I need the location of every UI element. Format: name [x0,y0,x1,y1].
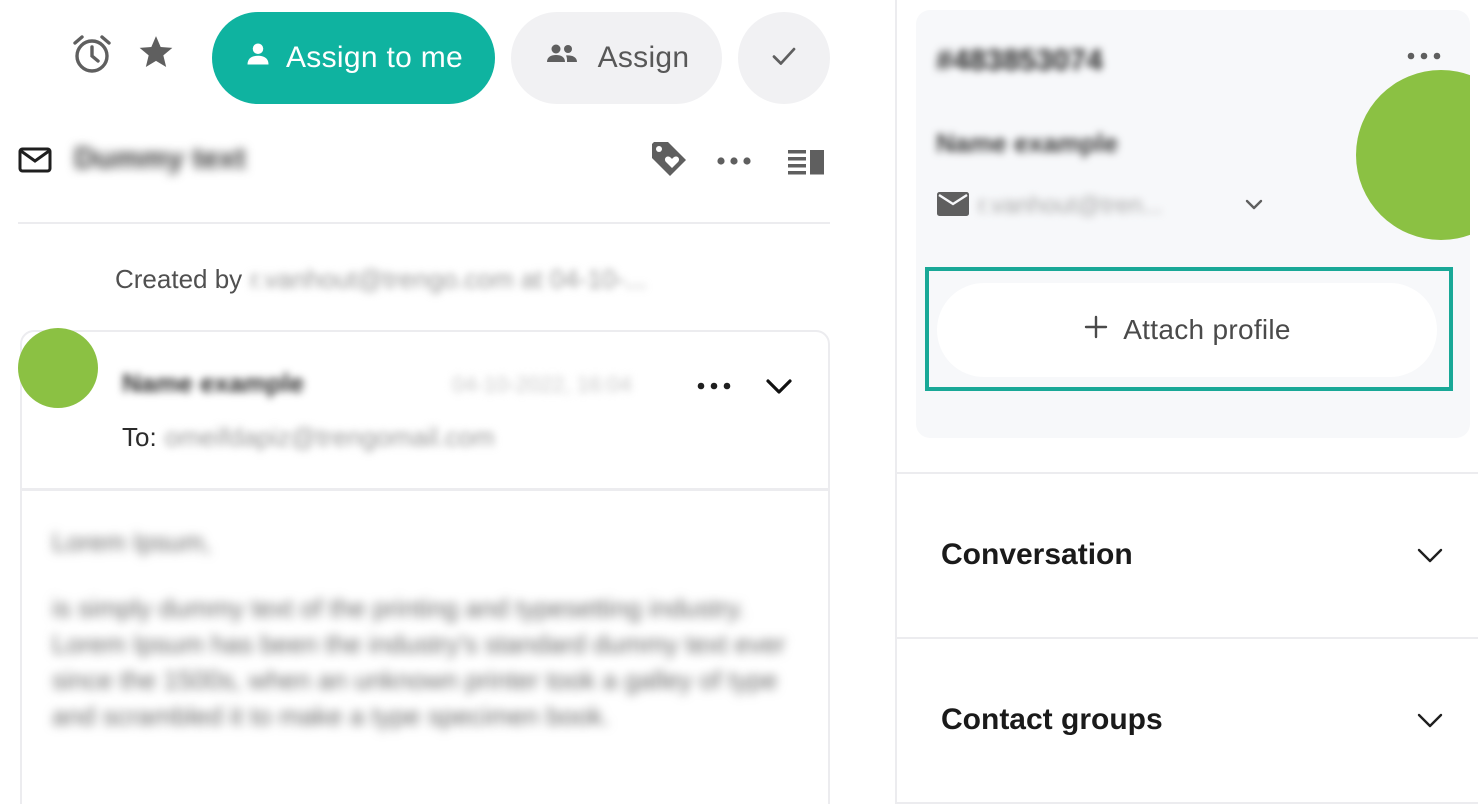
chevron-down-icon[interactable] [1242,194,1266,219]
envelope-icon [936,190,970,223]
ticket-subject: Dummy text [74,142,246,175]
assign-to-me-button[interactable]: Assign to me [212,12,495,104]
section-title: Conversation [941,538,1133,571]
contact-card: #483853074 Name example r.vanhout@tren..… [916,10,1470,438]
section-contact-groups[interactable]: Contact groups [897,639,1478,803]
contact-more-icon[interactable] [1406,46,1442,71]
contact-sidebar: #483853074 Name example r.vanhout@tren..… [897,0,1478,804]
people-icon [544,40,580,76]
person-icon [244,40,272,76]
plus-icon [1083,314,1109,347]
message-body-paragraph: Lorem Ipsum, [52,527,211,557]
section-title: Contact groups [941,703,1163,736]
created-by-value: r.vanhout@trengo.com at 04-10-... [250,264,647,294]
chevron-down-icon [1415,544,1445,571]
sender-avatar [18,328,98,408]
attach-profile-label: Attach profile [1123,314,1291,345]
tag-heart-icon[interactable] [648,138,692,187]
to-label: To: [122,422,157,452]
envelope-icon [18,146,52,179]
message-date: 04-10-2022, 16:04 [452,372,632,397]
section-conversation[interactable]: Conversation [897,474,1478,638]
sidebar-panel-icon[interactable] [786,146,826,183]
subject-divider [18,222,830,224]
star-icon[interactable] [134,30,178,74]
assign-button[interactable]: Assign [511,12,722,104]
ticket-subject-row: Dummy text [0,130,895,192]
chevron-down-icon [1415,709,1445,736]
assign-to-me-label: Assign to me [285,41,463,74]
assign-label: Assign [597,41,690,74]
contact-id: #483853074 [936,44,1103,77]
alarm-clock-icon[interactable] [68,30,116,78]
close-ticket-button[interactable] [738,12,830,104]
contact-name: Name example [936,128,1119,158]
message-header-divider [22,488,828,491]
checkmark-icon [769,41,799,76]
message-body: Lorem Ipsum, is simply dummy text of the… [52,524,802,764]
contact-avatar [1356,70,1470,240]
message-more-icon[interactable] [696,376,732,401]
message-card: Name example 04-10-2022, 16:04 To: omeifd… [20,330,830,804]
chevron-down-icon[interactable] [764,374,794,403]
created-by-prefix: Created by [115,264,243,294]
more-options-icon[interactable] [714,146,754,181]
to-value: omeifdapiz@trengomail.com [164,422,495,452]
attach-profile-button[interactable]: Attach profile [937,283,1437,377]
conversation-pane: Assign to me Assign Dummy text Created b… [0,0,895,804]
contact-email: r.vanhout@tren... [978,192,1163,219]
ticket-toolbar: Assign to me Assign [0,12,895,104]
message-sender: Name example [122,368,305,398]
message-recipient: To: omeifdapiz@trengomail.com [122,422,495,453]
message-body-paragraph: is simply dummy text of the printing and… [52,593,786,731]
created-by-line: Created by r.vanhout@trengo.com at 04-10-… [115,264,647,295]
